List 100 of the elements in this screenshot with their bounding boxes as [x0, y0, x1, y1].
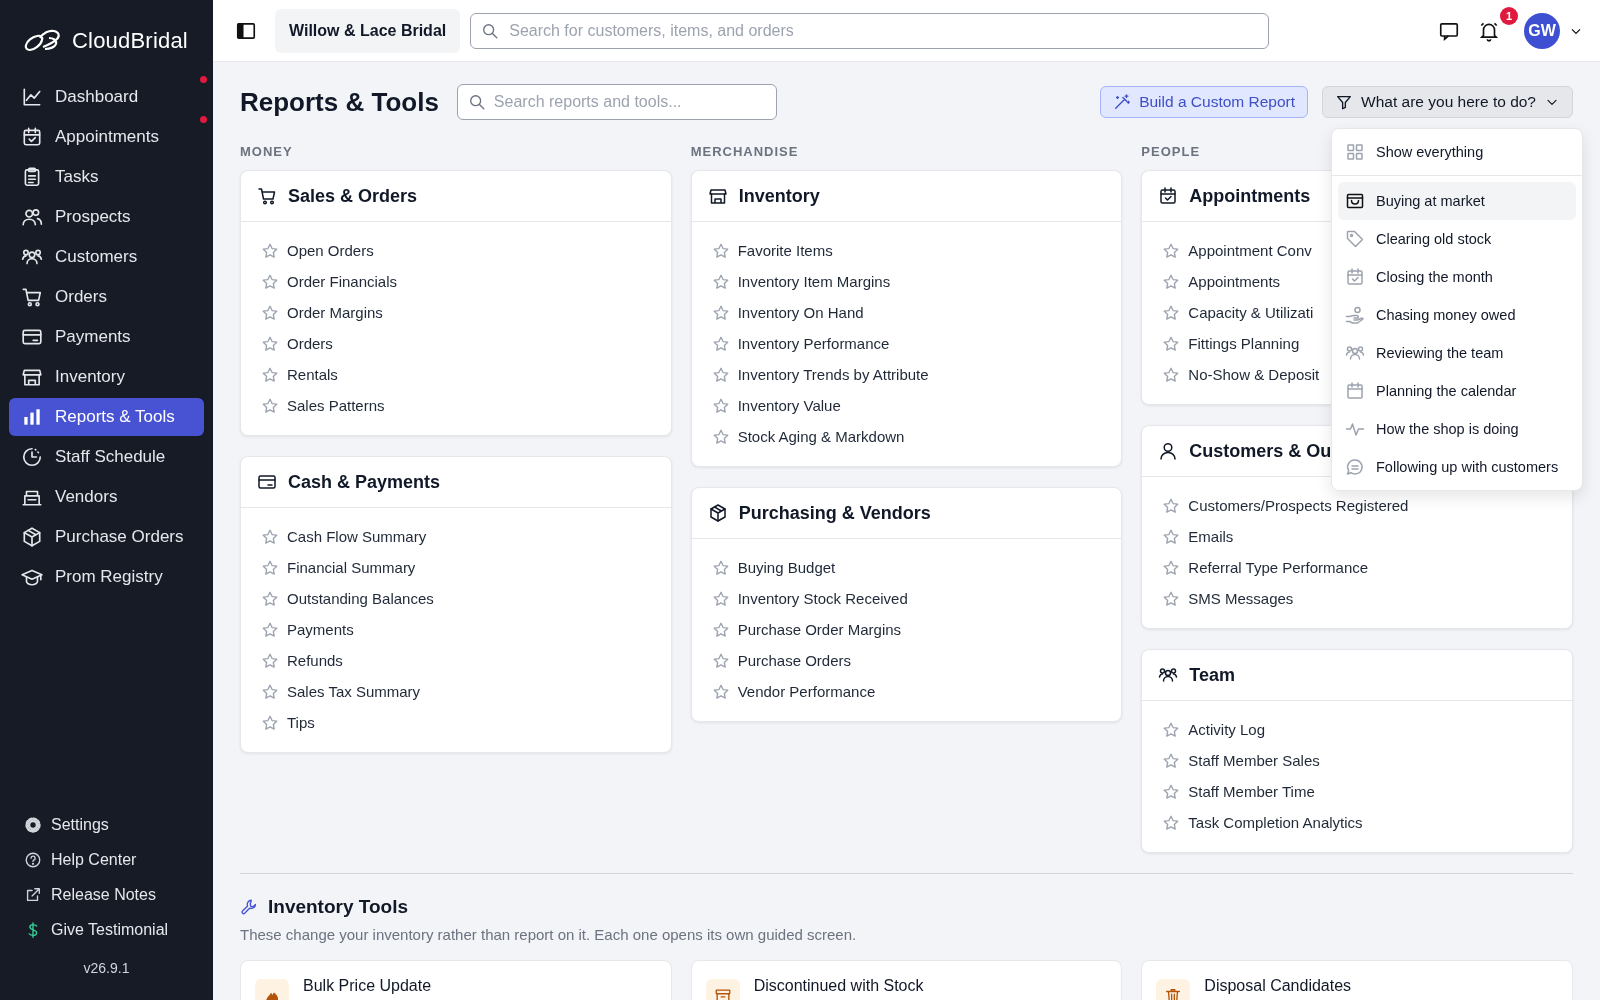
report-link[interactable]: Cash Flow Summary	[287, 528, 427, 545]
menu-item[interactable]: How the shop is doing	[1338, 410, 1576, 448]
star-icon[interactable]	[1162, 589, 1181, 608]
star-icon[interactable]	[261, 558, 279, 577]
report-link[interactable]: Staff Member Sales	[1188, 752, 1320, 769]
star-icon[interactable]	[711, 303, 730, 322]
star-icon[interactable]	[1162, 813, 1181, 832]
star-icon[interactable]	[711, 272, 730, 291]
sidebar-item[interactable]: Payments	[9, 318, 204, 356]
tool-title[interactable]: Bulk Price Update	[303, 977, 432, 995]
report-link[interactable]: Purchase Orders	[737, 652, 852, 669]
report-link[interactable]: Stock Aging & Markdown	[737, 428, 905, 445]
sidebar-item[interactable]: Orders	[9, 278, 204, 316]
global-search-field[interactable]: Search for customers, items, and orders	[470, 12, 1270, 49]
menu-item[interactable]: Planning the calendar	[1338, 372, 1576, 410]
report-link[interactable]: Referral Type Performance	[1188, 559, 1369, 576]
report-link[interactable]: Inventory On Hand	[737, 304, 864, 321]
tool-card[interactable]: Discontinued with Stock	[690, 960, 1123, 1000]
star-icon[interactable]	[261, 303, 279, 322]
star-icon[interactable]	[711, 620, 730, 639]
star-icon[interactable]	[711, 682, 730, 701]
report-link[interactable]: Inventory Item Margins	[737, 273, 891, 290]
report-link[interactable]: Order Margins	[287, 304, 383, 321]
sidebar-link[interactable]: Release Notes	[24, 882, 156, 908]
menu-item[interactable]: Reviewing the team	[1338, 334, 1576, 372]
sidebar-item[interactable]: Prospects	[9, 198, 204, 236]
report-link[interactable]: Customers/Prospects Registered	[1188, 497, 1409, 514]
tool-card[interactable]: Bulk Price Update	[240, 960, 672, 1000]
sidebar-item[interactable]: Purchase Orders	[9, 518, 204, 556]
star-icon[interactable]	[1162, 496, 1181, 515]
star-icon[interactable]	[261, 527, 279, 546]
star-icon[interactable]	[1162, 303, 1181, 322]
report-link[interactable]: Payments	[287, 621, 354, 638]
menu-item[interactable]: Clearing old stock	[1338, 220, 1576, 258]
report-link[interactable]: Appointments	[1188, 273, 1281, 290]
star-icon[interactable]	[261, 651, 279, 670]
report-link[interactable]: Order Financials	[287, 273, 398, 290]
report-link[interactable]: Appointment Conv	[1188, 242, 1312, 259]
report-link[interactable]: SMS Messages	[1188, 590, 1294, 607]
star-icon[interactable]	[1162, 334, 1181, 353]
sidebar-item[interactable]: Vendors	[9, 478, 204, 516]
report-link[interactable]: Purchase Order Margins	[737, 621, 902, 638]
sidebar-item[interactable]: Dashboard	[9, 78, 204, 116]
report-link[interactable]: No-Show & Deposit	[1188, 366, 1320, 383]
tool-title[interactable]: Disposal Candidates	[1204, 977, 1352, 995]
report-link[interactable]: Inventory Performance	[737, 335, 890, 352]
star-icon[interactable]	[261, 682, 279, 701]
star-icon[interactable]	[1162, 782, 1181, 801]
sidebar-item[interactable]: Inventory	[9, 358, 204, 396]
star-icon[interactable]	[261, 272, 279, 291]
store-switcher[interactable]: Willow & Lace Bridal	[275, 8, 461, 53]
star-icon[interactable]	[261, 241, 279, 260]
star-icon[interactable]	[261, 396, 279, 415]
report-link[interactable]: Refunds	[287, 652, 343, 669]
report-link[interactable]: Capacity & Utilizati	[1188, 304, 1314, 321]
report-link[interactable]: Orders	[287, 335, 333, 352]
star-icon[interactable]	[711, 396, 730, 415]
report-link[interactable]: Emails	[1188, 528, 1234, 545]
star-icon[interactable]	[261, 334, 279, 353]
star-icon[interactable]	[1162, 558, 1181, 577]
user-avatar[interactable]: GW	[1524, 12, 1560, 49]
report-link[interactable]: Favorite Items	[737, 242, 833, 259]
star-icon[interactable]	[711, 651, 730, 670]
star-icon[interactable]	[1162, 365, 1181, 384]
report-link[interactable]: Sales Tax Summary	[287, 683, 421, 700]
report-link[interactable]: Open Orders	[287, 242, 374, 259]
sidebar-item[interactable]: Reports & Tools	[9, 398, 204, 436]
report-link[interactable]: Fittings Planning	[1188, 335, 1300, 352]
star-icon[interactable]	[261, 365, 279, 384]
goal-filter-button[interactable]: What are you here to do?	[1322, 86, 1573, 118]
star-icon[interactable]	[1162, 272, 1181, 291]
sidebar-item[interactable]: Prom Registry	[9, 558, 204, 596]
tool-card[interactable]: Disposal Candidates	[1141, 960, 1573, 1000]
star-icon[interactable]	[711, 589, 730, 608]
menu-item[interactable]: Closing the month	[1338, 258, 1576, 296]
custom-report-button[interactable]: Build a Custom Report	[1100, 86, 1309, 118]
sidebar-item[interactable]: Appointments	[9, 118, 204, 156]
report-link[interactable]: Inventory Stock Received	[737, 590, 908, 607]
star-icon[interactable]	[261, 620, 279, 639]
menu-item[interactable]: Buying at market	[1338, 182, 1576, 220]
report-link[interactable]: Rentals	[287, 366, 338, 383]
star-icon[interactable]	[1162, 720, 1181, 739]
star-icon[interactable]	[711, 334, 730, 353]
report-link[interactable]: Activity Log	[1188, 721, 1266, 738]
report-search-field[interactable]: Search reports and tools...	[456, 84, 777, 120]
star-icon[interactable]	[1162, 751, 1181, 770]
menu-item[interactable]: Following up with customers	[1338, 448, 1576, 486]
sidebar-item[interactable]: Tasks	[9, 158, 204, 196]
menu-item[interactable]: Show everything	[1338, 133, 1576, 171]
star-icon[interactable]	[711, 365, 730, 384]
star-icon[interactable]	[1162, 241, 1181, 260]
report-link[interactable]: Tips	[287, 714, 315, 731]
star-icon[interactable]	[261, 589, 279, 608]
sidebar-link[interactable]: Help Center	[24, 847, 137, 873]
report-link[interactable]: Buying Budget	[737, 559, 836, 576]
menu-item[interactable]: Chasing money owed	[1338, 296, 1576, 334]
report-link[interactable]: Task Completion Analytics	[1188, 814, 1363, 831]
report-link[interactable]: Outstanding Balances	[287, 590, 434, 607]
star-icon[interactable]	[261, 713, 279, 732]
report-link[interactable]: Inventory Trends by Attribute	[737, 366, 929, 383]
